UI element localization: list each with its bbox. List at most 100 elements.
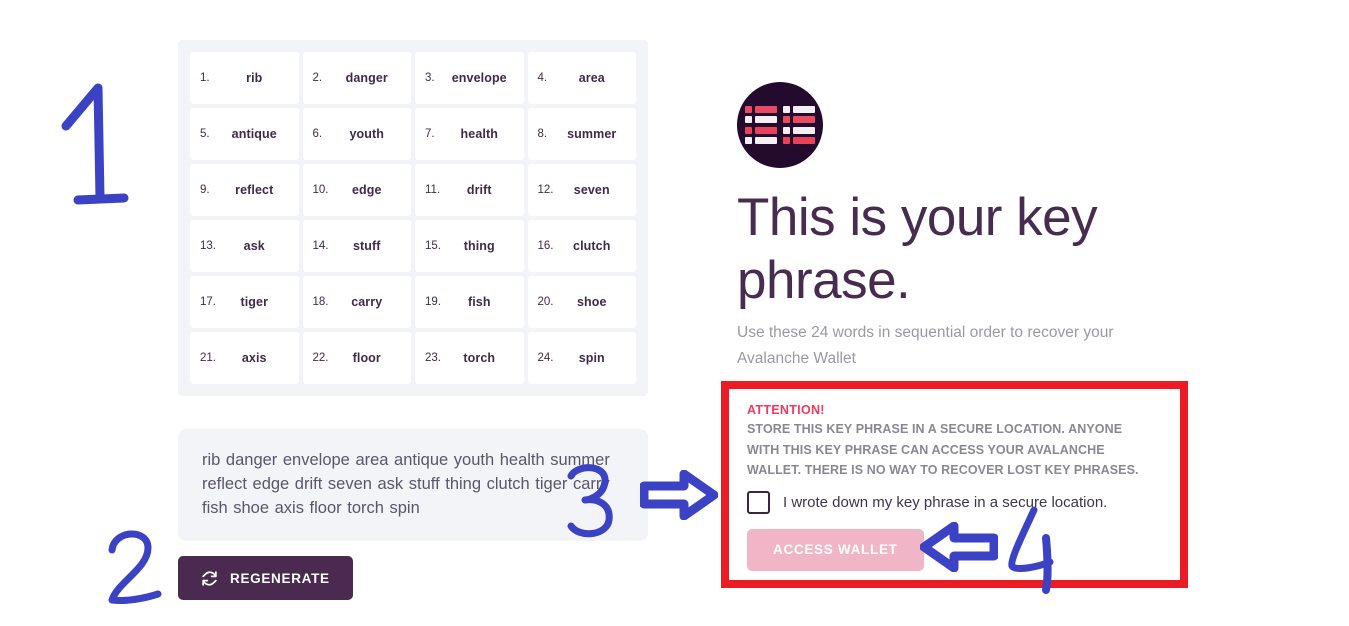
mnemonic-word-cell: 8. summer bbox=[527, 108, 636, 160]
mnemonic-word-text: torch bbox=[463, 351, 496, 365]
mnemonic-word-index: 2. bbox=[312, 72, 323, 84]
mnemonic-word-cell: 7. health bbox=[415, 108, 524, 160]
regenerate-button-label: REGENERATE bbox=[230, 570, 330, 586]
mnemonic-word-text: clutch bbox=[573, 239, 611, 253]
mnemonic-word-index: 9. bbox=[200, 184, 210, 196]
mnemonic-word-grid: 1. rib 2. danger 3. envelope 4. area 5. antique 6.… bbox=[190, 52, 636, 384]
annotation-step-1 bbox=[58, 78, 144, 218]
refresh-icon bbox=[201, 570, 218, 587]
key-phrase-left-column: 1. rib 2. danger 3. envelope 4. area 5. antique 6.… bbox=[178, 40, 648, 541]
logo-row bbox=[745, 137, 777, 145]
mnemonic-word-index: 10. bbox=[312, 184, 329, 196]
mnemonic-word-index: 23. bbox=[425, 352, 441, 364]
mnemonic-word-index: 11. bbox=[425, 184, 441, 196]
logo-column-right bbox=[783, 105, 815, 145]
logo-row bbox=[745, 105, 777, 113]
mnemonic-word-cell: 4. area bbox=[527, 52, 636, 104]
access-wallet-button[interactable]: ACCESS WALLET bbox=[747, 528, 924, 571]
mnemonic-word-text: drift bbox=[466, 183, 492, 197]
mnemonic-word-cell: 11. drift bbox=[415, 164, 524, 216]
mnemonic-word-text: carry bbox=[351, 295, 383, 309]
attention-title: ATTENTION! bbox=[747, 403, 825, 417]
mnemonic-word-text: seven bbox=[573, 183, 610, 197]
confirm-checkbox-row[interactable]: I wrote down my key phrase in a secure l… bbox=[747, 490, 1164, 514]
mnemonic-word-cell: 19. fish bbox=[415, 276, 524, 328]
logo-row bbox=[783, 137, 815, 145]
mnemonic-word-index: 8. bbox=[537, 128, 548, 140]
mnemonic-word-cell: 5. antique bbox=[190, 108, 299, 160]
regenerate-button[interactable]: REGENERATE bbox=[178, 556, 353, 600]
mnemonic-word-text: summer bbox=[567, 127, 617, 141]
mnemonic-word-text: ask bbox=[243, 239, 265, 253]
mnemonic-word-cell: 24. spin bbox=[527, 332, 636, 384]
mnemonic-word-index: 5. bbox=[200, 128, 210, 140]
mnemonic-word-cell: 2. danger bbox=[302, 52, 411, 104]
mnemonic-word-text: danger bbox=[345, 71, 388, 85]
mnemonic-word-index: 24. bbox=[537, 352, 554, 364]
logo-row bbox=[783, 116, 815, 124]
mnemonic-word-cell: 13. ask bbox=[190, 220, 299, 272]
mnemonic-word-index: 15. bbox=[425, 240, 441, 252]
mnemonic-word-text: floor bbox=[352, 351, 381, 365]
page-title: This is your key phrase. bbox=[737, 188, 1098, 310]
mnemonic-word-text: youth bbox=[349, 127, 385, 141]
mnemonic-word-cell: 15. thing bbox=[415, 220, 524, 272]
mnemonic-word-text: spin bbox=[578, 351, 605, 365]
mnemonic-word-cell: 23. torch bbox=[415, 332, 524, 384]
logo-row bbox=[745, 126, 777, 134]
logo-row bbox=[783, 126, 815, 134]
mnemonic-word-text: reflect bbox=[235, 183, 274, 197]
key-phrase-right-column: This is your key phrase. Use these 24 wo… bbox=[737, 82, 1197, 372]
mnemonic-word-index: 17. bbox=[200, 296, 216, 308]
mnemonic-word-cell: 18. carry bbox=[302, 276, 411, 328]
arrow-right-icon bbox=[639, 469, 719, 525]
mnemonic-word-index: 20. bbox=[537, 296, 554, 308]
mnemonic-word-text: fish bbox=[467, 295, 491, 309]
mnemonic-word-cell: 22. floor bbox=[302, 332, 411, 384]
mnemonic-word-cell: 16. clutch bbox=[527, 220, 636, 272]
mnemonic-word-cell: 9. reflect bbox=[190, 164, 299, 216]
mnemonic-word-cell: 20. shoe bbox=[527, 276, 636, 328]
mnemonic-word-index: 4. bbox=[537, 72, 548, 84]
mnemonic-word-text: health bbox=[460, 127, 498, 141]
mnemonic-word-cell: 6. youth bbox=[302, 108, 411, 160]
mnemonic-phrase-box[interactable]: rib danger envelope area antique youth h… bbox=[178, 429, 648, 541]
mnemonic-word-index: 12. bbox=[537, 184, 554, 196]
attention-warning-box: ATTENTION! STORE THIS KEY PHRASE IN A SE… bbox=[721, 381, 1188, 588]
mnemonic-word-text: thing bbox=[463, 239, 495, 253]
avalanche-wallet-logo-icon bbox=[737, 82, 823, 168]
mnemonic-word-index: 14. bbox=[312, 240, 329, 252]
mnemonic-word-text: antique bbox=[231, 127, 277, 141]
mnemonic-word-index: 18. bbox=[312, 296, 329, 308]
mnemonic-word-cell: 14. stuff bbox=[302, 220, 411, 272]
logo-row bbox=[783, 105, 815, 113]
mnemonic-word-cell: 10. edge bbox=[302, 164, 411, 216]
confirm-checkbox-label: I wrote down my key phrase in a secure l… bbox=[783, 493, 1108, 511]
mnemonic-word-cell: 12. seven bbox=[527, 164, 636, 216]
attention-body-text: STORE THIS KEY PHRASE IN A SECURE LOCATI… bbox=[747, 422, 1139, 477]
mnemonic-word-text: axis bbox=[241, 351, 267, 365]
annotation-step-2 bbox=[104, 524, 166, 617]
mnemonic-word-text: shoe bbox=[576, 295, 607, 309]
confirm-checkbox[interactable] bbox=[747, 490, 770, 514]
mnemonic-word-text: rib bbox=[246, 71, 263, 85]
mnemonic-word-index: 6. bbox=[312, 128, 323, 140]
mnemonic-word-text: area bbox=[578, 71, 605, 85]
mnemonic-word-index: 3. bbox=[425, 72, 435, 84]
mnemonic-word-index: 22. bbox=[312, 352, 329, 364]
mnemonic-word-text: tiger bbox=[240, 295, 269, 309]
mnemonic-grid-panel: 1. rib 2. danger 3. envelope 4. area 5. antique 6.… bbox=[178, 40, 648, 396]
mnemonic-word-text: edge bbox=[351, 183, 382, 197]
page-subtitle: Use these 24 words in sequential order t… bbox=[737, 324, 1114, 367]
mnemonic-word-text: envelope bbox=[451, 71, 507, 85]
mnemonic-word-index: 16. bbox=[537, 240, 554, 252]
logo-row bbox=[745, 116, 777, 124]
mnemonic-word-index: 13. bbox=[200, 240, 216, 252]
mnemonic-word-index: 1. bbox=[200, 72, 210, 84]
mnemonic-word-index: 21. bbox=[200, 352, 216, 364]
mnemonic-phrase-text: rib danger envelope area antique youth h… bbox=[202, 451, 610, 517]
mnemonic-word-text: stuff bbox=[352, 239, 381, 253]
mnemonic-word-index: 19. bbox=[425, 296, 441, 308]
logo-column-left bbox=[745, 105, 777, 145]
attention-box-content: ATTENTION! STORE THIS KEY PHRASE IN A SE… bbox=[729, 389, 1180, 571]
